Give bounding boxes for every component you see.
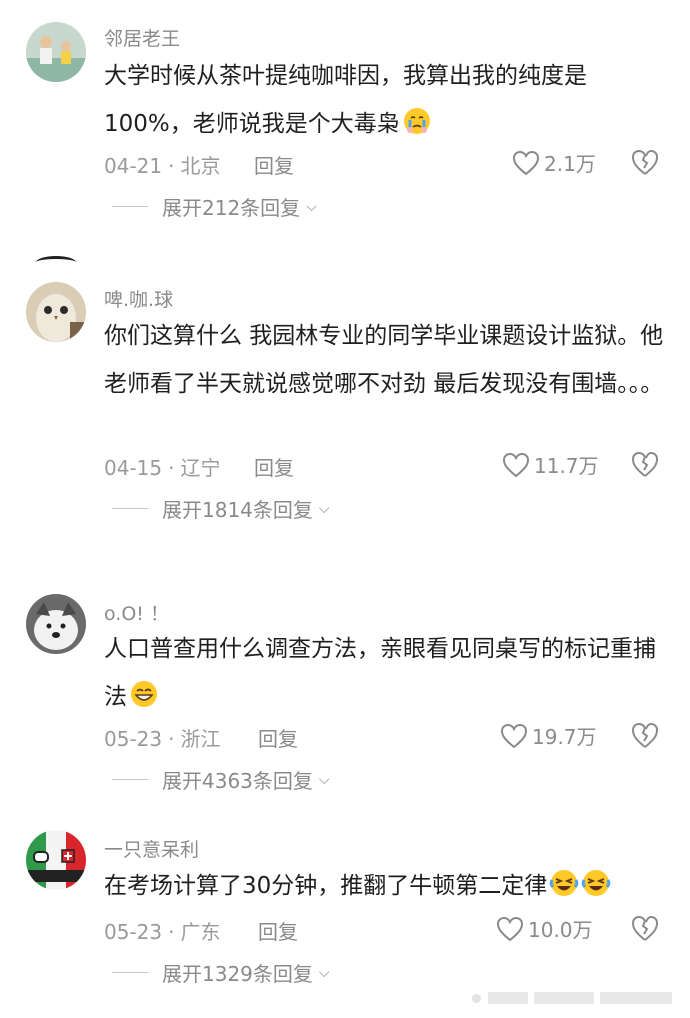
watermark xyxy=(468,990,678,1008)
expand-label: 展开1329条回复 xyxy=(162,962,313,986)
avatar-dog-icon xyxy=(26,594,86,654)
divider-line xyxy=(112,508,148,509)
avatar-people-icon xyxy=(26,22,86,82)
chevron-down-icon: ⌵ xyxy=(318,500,330,517)
heart-icon xyxy=(502,452,530,477)
comment-date: 05-23 xyxy=(104,920,163,944)
comment-text: 人口普查用什么调查方法，亲眼看见同桌写的标记重捕法 xyxy=(104,625,656,721)
comment-meta: 04-15 · 辽宁 xyxy=(104,456,221,480)
comment-text-body: 在考场计算了30分钟，推翻了牛顿第二定律 xyxy=(104,873,548,899)
divider-line xyxy=(112,779,148,780)
broken-heart-icon[interactable] xyxy=(630,148,660,176)
like-button[interactable]: 11.7万 xyxy=(502,450,612,479)
comment-text: 大学时候从茶叶提纯咖啡因，我算出我的纯度是100%，老师说我是个大毒枭 xyxy=(104,52,664,148)
avatar[interactable] xyxy=(26,830,86,890)
crying-face-icon xyxy=(403,108,430,134)
username[interactable]: 一只意呆利 xyxy=(104,835,199,862)
username[interactable]: o.O! ！ xyxy=(104,599,169,626)
avatar[interactable] xyxy=(26,594,86,654)
comment-location: 北京 xyxy=(180,154,221,178)
comment-location: 浙江 xyxy=(180,727,221,751)
partial-avatar-edge xyxy=(36,256,76,269)
reply-button[interactable]: 回复 xyxy=(258,916,298,945)
comment-location: 辽宁 xyxy=(180,456,221,480)
comment-text: 你们这算什么 我园林专业的同学毕业课题设计监狱。他老师看了半天就说感觉哪不对劲 … xyxy=(104,323,664,397)
expand-label: 展开212条回复 xyxy=(162,196,301,220)
expand-label: 展开1814条回复 xyxy=(162,498,313,522)
expand-replies[interactable]: 展开4363条回复 ⌵ xyxy=(112,765,330,794)
heart-icon xyxy=(512,150,540,175)
broken-heart-icon[interactable] xyxy=(630,914,660,942)
comment-date: 04-15 xyxy=(104,456,163,480)
like-count: 19.7万 xyxy=(532,725,597,749)
like-count: 2.1万 xyxy=(544,152,596,176)
heart-icon xyxy=(500,723,528,748)
laughing-crying-face-icon xyxy=(549,870,579,896)
chevron-down-icon: ⌵ xyxy=(306,198,317,215)
like-button[interactable]: 2.1万 xyxy=(512,148,622,177)
reply-button[interactable]: 回复 xyxy=(254,150,294,179)
avatar[interactable] xyxy=(26,282,86,342)
avatar[interactable] xyxy=(26,22,86,82)
chevron-down-icon: ⌵ xyxy=(318,771,330,788)
comment-text-body: 大学时候从茶叶提纯咖啡因，我算出我的纯度是100%，老师说我是个大毒枭 xyxy=(104,63,587,137)
reply-button[interactable]: 回复 xyxy=(258,723,298,752)
heart-icon xyxy=(496,916,524,941)
like-button[interactable]: 19.7万 xyxy=(500,721,610,750)
reply-button[interactable]: 回复 xyxy=(254,452,294,481)
avatar-italy-ball-icon xyxy=(26,830,86,890)
username[interactable]: 邻居老王 xyxy=(104,24,180,51)
comment-meta: 05-23 · 浙江 xyxy=(104,727,221,751)
expand-replies[interactable]: 展开1329条回复 ⌵ xyxy=(112,958,330,987)
comment-location: 广东 xyxy=(180,920,221,944)
comment-date: 05-23 xyxy=(104,727,163,751)
username[interactable]: 啤.咖.球 xyxy=(104,285,173,312)
like-count: 11.7万 xyxy=(534,454,599,478)
expand-replies[interactable]: 展开1814条回复 ⌵ xyxy=(112,494,330,523)
like-count: 10.0万 xyxy=(528,918,593,942)
expand-label: 展开4363条回复 xyxy=(162,769,313,793)
comment-meta: 04-21 · 北京 xyxy=(104,154,221,178)
broken-heart-icon[interactable] xyxy=(630,450,660,478)
chevron-down-icon: ⌵ xyxy=(318,964,330,981)
comment-text: 在考场计算了30分钟，推翻了牛顿第二定律 xyxy=(104,862,679,910)
expand-replies[interactable]: 展开212条回复 ⌵ xyxy=(112,192,317,221)
comment-meta: 05-23 · 广东 xyxy=(104,920,221,944)
divider-line xyxy=(112,972,148,973)
like-button[interactable]: 10.0万 xyxy=(496,914,606,943)
comment-text-body: 人口普查用什么调查方法，亲眼看见同桌写的标记重捕法 xyxy=(104,636,656,710)
comment-date: 04-21 xyxy=(104,154,163,178)
broken-heart-icon[interactable] xyxy=(630,721,660,749)
laughing-crying-face-icon xyxy=(581,870,611,896)
divider-line xyxy=(112,206,148,207)
grinning-face-icon xyxy=(131,681,157,707)
avatar-owl-icon xyxy=(26,282,86,342)
